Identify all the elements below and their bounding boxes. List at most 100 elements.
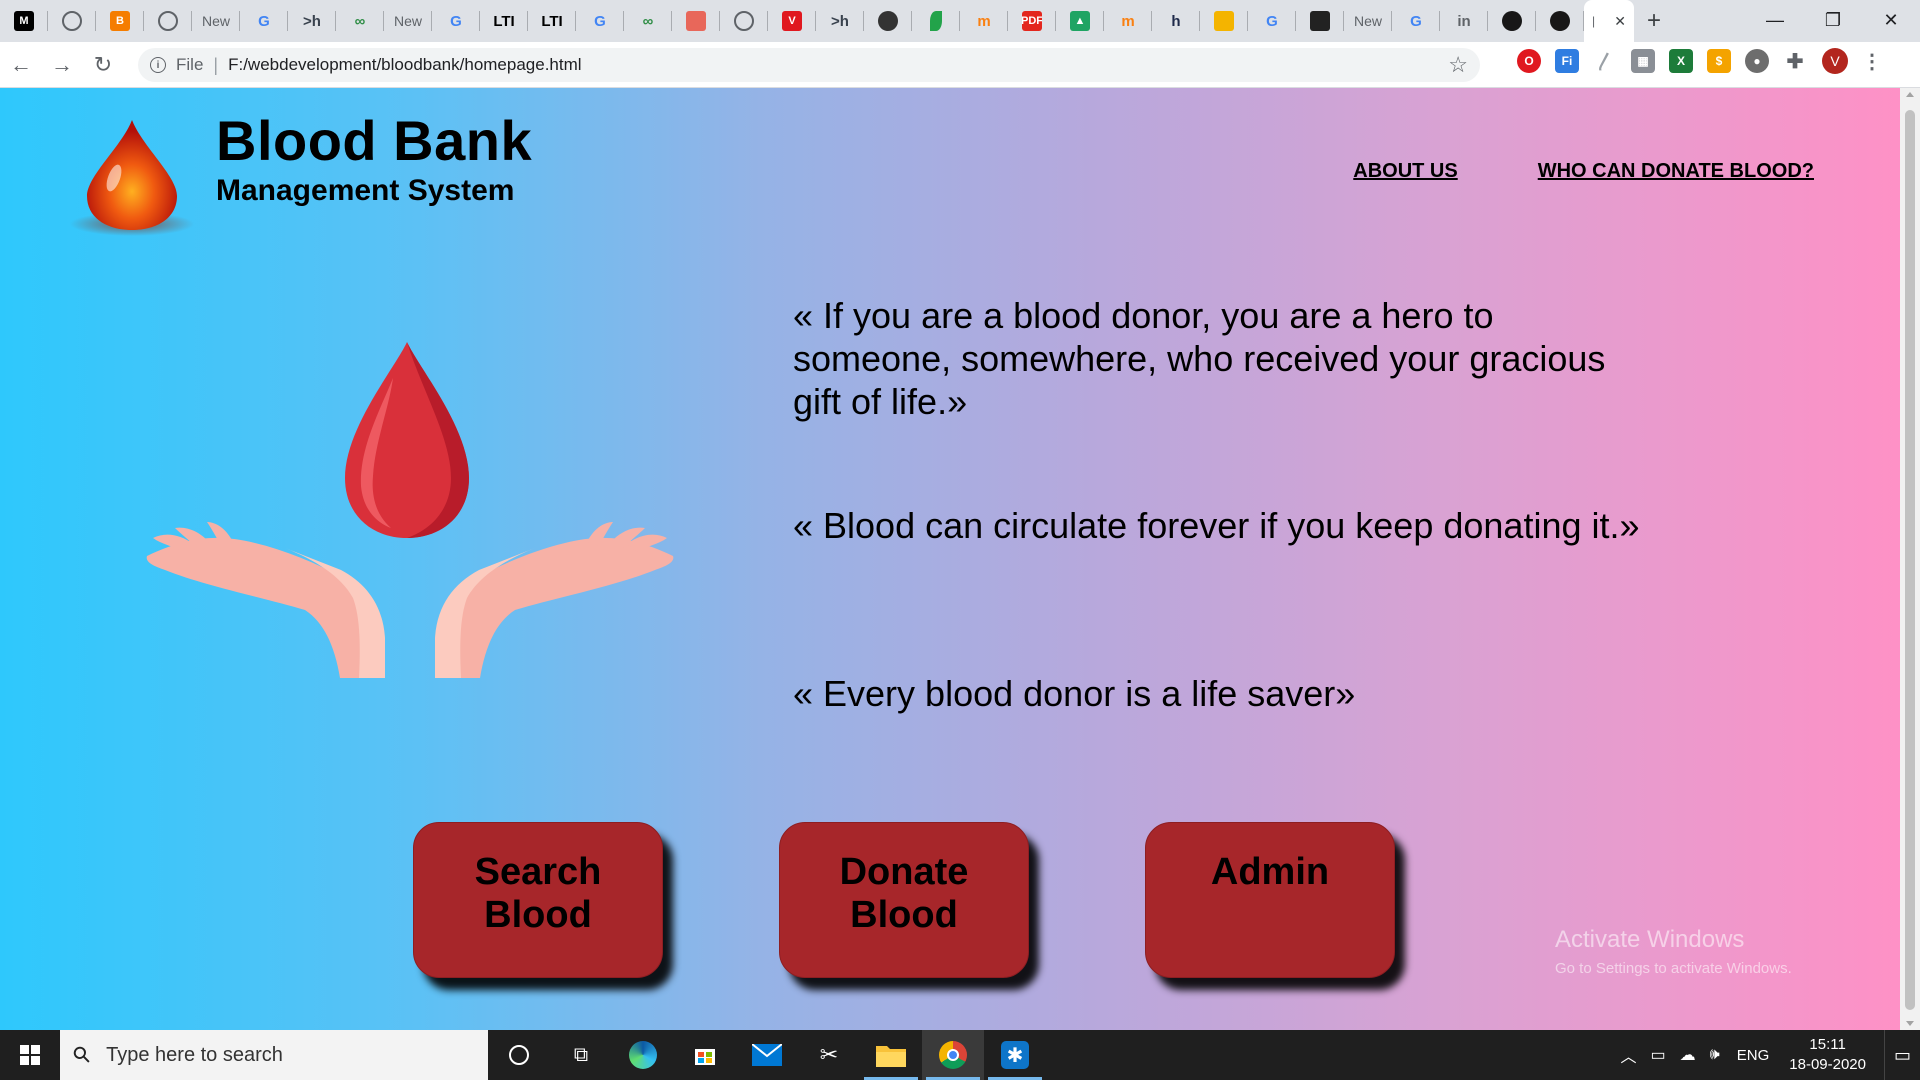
close-tab-icon[interactable]: ✕ [1614,13,1626,30]
chevron-up-icon[interactable]: ︿ [1621,1043,1637,1067]
browser-tab[interactable]: PDF [1008,0,1056,42]
extensions-area: O Fi 〳 ▦ X $ ● ✚ V ⋮ [1510,48,1882,74]
browser-tab[interactable]: V [768,0,816,42]
browser-tab[interactable] [144,0,192,42]
nav-link-about-us[interactable]: ABOUT US [1353,160,1457,183]
browser-tab[interactable] [1488,0,1536,42]
info-icon[interactable]: i [150,57,166,73]
dollar-extension-icon[interactable]: $ [1707,49,1731,73]
menu-dots-icon[interactable]: ⋮ [1862,49,1882,74]
new-tab-button[interactable]: + [1634,0,1674,42]
geeksforgeeks-icon: ∞ [354,12,366,30]
taskbar-mail[interactable] [736,1030,798,1080]
browser-tab[interactable]: LTI [528,0,576,42]
onedrive-cloud-icon[interactable]: ☁ [1680,1045,1696,1065]
browser-tab[interactable] [1296,0,1344,42]
notification-center-button[interactable]: ▭ [1884,1030,1920,1080]
battery-icon[interactable]: ▭ [1651,1045,1666,1065]
browser-tab[interactable] [48,0,96,42]
arrow-left-icon: ← [10,51,32,77]
task-view-button[interactable]: ⧉ [550,1030,612,1080]
donate-blood-button[interactable]: Donate Blood [779,822,1029,978]
taskbar-store[interactable] [674,1030,736,1080]
profile-avatar[interactable]: V [1822,48,1848,74]
restore-button[interactable]: ❐ [1804,0,1862,40]
book-icon [686,11,706,31]
reload-button[interactable]: ↻ [83,45,123,85]
watermark-title: Activate Windows [1555,926,1745,953]
volume-icon[interactable]: 🕪 [1710,1046,1720,1064]
browser-tab[interactable]: ▲ [1056,0,1104,42]
address-bar[interactable]: i File | F:/webdevelopment/bloodbank/hom… [138,48,1480,82]
browser-tab[interactable]: ∞ [624,0,672,42]
taskbar-vscode[interactable]: ✱ [984,1030,1046,1080]
browser-tab[interactable]: G [1392,0,1440,42]
search-blood-button[interactable]: Search Blood [413,822,663,978]
browser-tab[interactable]: >h [816,0,864,42]
quote-2: « Blood can circulate forever if you kee… [793,505,1640,546]
browser-tab[interactable]: G [432,0,480,42]
cortana-icon [509,1045,529,1065]
url-text[interactable]: F:/webdevelopment/bloodbank/homepage.htm… [228,55,581,75]
qr-extension-icon[interactable]: ▦ [1631,49,1655,73]
browser-tab[interactable]: M [0,0,48,42]
browser-tab[interactable]: New [384,0,432,42]
top-navigation: ABOUT US WHO CAN DONATE BLOOD? [1353,160,1814,183]
minimize-button[interactable]: — [1746,0,1804,40]
taskbar-chrome[interactable] [922,1030,984,1080]
excel-extension-icon[interactable]: X [1669,49,1693,73]
scroll-down-arrow-icon[interactable] [1906,1021,1914,1026]
active-browser-tab[interactable]: | ✕ [1584,0,1634,42]
browser-tab[interactable] [672,0,720,42]
pen-extension-icon[interactable]: 〳 [1593,49,1617,73]
browser-tab[interactable]: New [192,0,240,42]
close-window-button[interactable]: ✕ [1862,0,1920,40]
browser-tab[interactable]: m [960,0,1008,42]
browser-tab[interactable] [1200,0,1248,42]
forward-button[interactable]: → [42,45,82,85]
browser-tab[interactable] [912,0,960,42]
fi-extension-icon[interactable]: Fi [1555,49,1579,73]
scroll-thumb[interactable] [1905,110,1915,1010]
browser-tab[interactable]: G [576,0,624,42]
v-icon: V [782,11,802,31]
admin-button[interactable]: Admin [1145,822,1395,978]
browser-tab[interactable]: m [1104,0,1152,42]
scroll-up-arrow-icon[interactable] [1906,92,1914,97]
vertical-scrollbar[interactable] [1900,88,1920,1030]
taskbar-search-box[interactable]: ⚲ Type here to search [60,1030,488,1080]
taskbar-snipping-tool[interactable]: ✂ [798,1030,860,1080]
browser-tab[interactable]: G [240,0,288,42]
google-icon: G [594,12,606,30]
brand-subtitle: Management System [216,174,515,207]
page-viewport: Blood Bank Management System ABOUT US WH… [0,88,1900,1030]
browser-tab[interactable] [720,0,768,42]
browser-tab[interactable] [1536,0,1584,42]
nav-link-who-can-donate[interactable]: WHO CAN DONATE BLOOD? [1538,160,1814,183]
moodle-icon: m [1121,12,1135,30]
browser-tab[interactable]: in [1440,0,1488,42]
start-button[interactable] [0,1030,60,1080]
browser-tab[interactable] [864,0,912,42]
circle-extension-icon[interactable]: ● [1745,49,1769,73]
language-indicator[interactable]: ENG [1737,1047,1770,1064]
browser-tab[interactable]: LTI [480,0,528,42]
browser-tab[interactable]: >h [288,0,336,42]
browser-tab[interactable]: G [1248,0,1296,42]
taskbar-edge[interactable] [612,1030,674,1080]
puzzle-icon[interactable]: ✚ [1783,49,1807,73]
browser-tab[interactable]: h [1152,0,1200,42]
taskbar-file-explorer[interactable] [860,1030,922,1080]
browser-tab[interactable]: B [96,0,144,42]
cortana-button[interactable] [488,1030,550,1080]
clock[interactable]: 15:11 18-09-2020 [1789,1035,1866,1075]
leaf-icon [930,11,942,31]
back-button[interactable]: ← [1,45,41,85]
browser-tab[interactable]: New [1344,0,1392,42]
folder-icon [876,1046,906,1067]
browser-tab[interactable]: ∞ [336,0,384,42]
hackerrank-icon: >h [303,12,321,30]
opera-icon[interactable]: O [1517,49,1541,73]
browser-toolbar: ← → ↻ i File | F:/webdevelopment/bloodba… [0,42,1920,88]
bookmark-star-icon[interactable]: ☆ [1448,52,1468,78]
